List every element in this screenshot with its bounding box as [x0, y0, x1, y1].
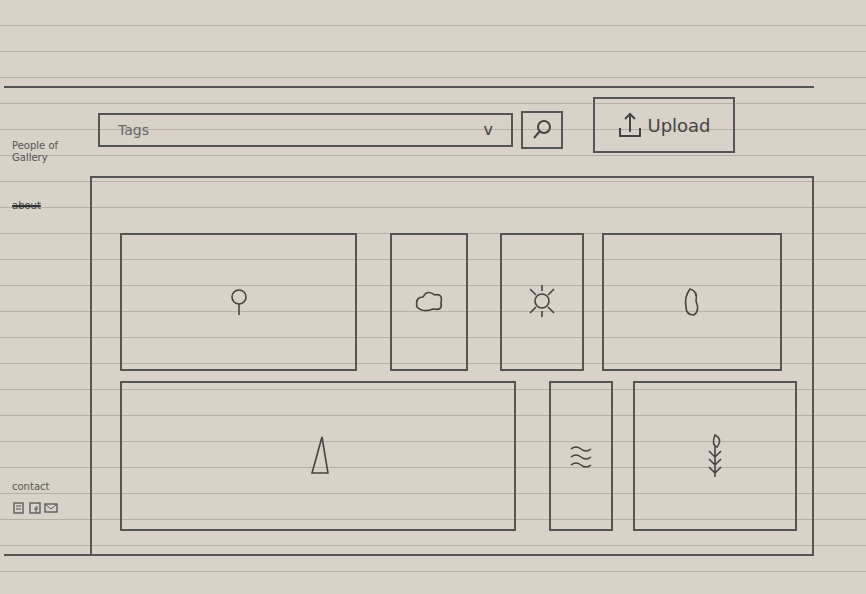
search-icon — [530, 118, 554, 142]
gallery-image[interactable] — [120, 381, 516, 531]
gallery — [90, 178, 814, 554]
contact-link[interactable]: contact — [12, 479, 82, 494]
gallery-image[interactable] — [500, 233, 584, 371]
gallery-image[interactable] — [633, 381, 797, 531]
upload-icon — [617, 110, 643, 140]
plant-icon — [695, 431, 735, 481]
gallery-image[interactable] — [549, 381, 613, 531]
top-bar: Tags v Upload — [90, 88, 814, 178]
search-button[interactable] — [521, 111, 563, 149]
water-icon — [561, 431, 601, 481]
facebook-icon[interactable] — [29, 502, 41, 514]
cloud-icon — [409, 277, 449, 327]
gallery-row — [120, 233, 812, 371]
gallery-image[interactable] — [390, 233, 468, 371]
nav-item[interactable]: about — [12, 198, 82, 213]
gallery-image[interactable] — [120, 233, 357, 371]
phone-icon[interactable] — [12, 502, 26, 514]
mail-icon[interactable] — [44, 502, 58, 514]
upload-button[interactable]: Upload — [593, 97, 735, 153]
tag-dropdown[interactable]: Tags v — [98, 113, 513, 147]
site-title[interactable]: People of Gallery — [12, 140, 82, 164]
sidebar: People of Gallery about contact — [4, 88, 90, 554]
sun-icon — [522, 277, 562, 327]
contact-icons — [12, 502, 82, 514]
main-area: Tags v Upload — [90, 88, 814, 554]
page-frame: People of Gallery about contact Tags v — [4, 86, 814, 556]
tree-icon — [219, 277, 259, 327]
gallery-image[interactable] — [602, 233, 782, 371]
mountain-icon — [298, 431, 338, 481]
dropdown-arrow[interactable]: v — [484, 118, 493, 142]
gallery-row — [120, 381, 812, 531]
bush-icon — [672, 277, 712, 327]
